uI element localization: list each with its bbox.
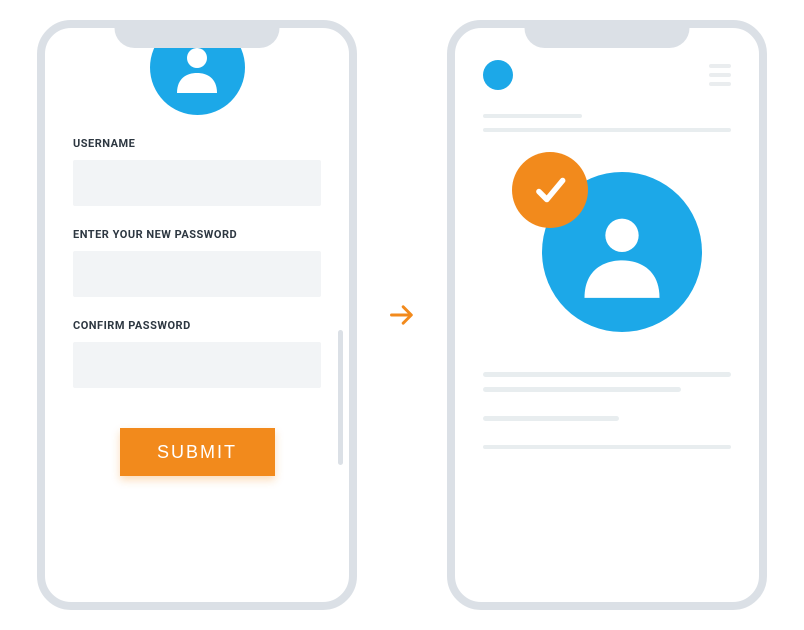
scrollbar[interactable] bbox=[338, 330, 343, 465]
confirm-password-label: CONFIRM PASSWORD bbox=[73, 319, 321, 332]
submit-button[interactable]: SUBMIT bbox=[120, 428, 275, 476]
placeholder-line bbox=[483, 114, 582, 118]
new-password-label: ENTER YOUR NEW PASSWORD bbox=[73, 228, 321, 241]
confirm-password-input[interactable] bbox=[73, 342, 321, 388]
placeholder-line bbox=[483, 445, 731, 449]
phone-right bbox=[447, 20, 767, 610]
phone-left: USERNAME ENTER YOUR NEW PASSWORD CONFIRM… bbox=[37, 20, 357, 610]
username-label: USERNAME bbox=[73, 137, 321, 150]
success-graphic bbox=[512, 152, 702, 342]
check-icon bbox=[512, 152, 588, 228]
phone-notch bbox=[525, 20, 690, 48]
arrow-right-icon bbox=[387, 300, 417, 330]
placeholder-line bbox=[483, 372, 731, 377]
placeholder-line bbox=[483, 416, 619, 421]
logo-icon bbox=[483, 60, 513, 90]
new-password-input[interactable] bbox=[73, 251, 321, 297]
menu-icon[interactable] bbox=[709, 64, 731, 86]
placeholder-line bbox=[483, 387, 681, 392]
phone-notch bbox=[115, 20, 280, 48]
username-input[interactable] bbox=[73, 160, 321, 206]
placeholder-line bbox=[483, 128, 731, 132]
